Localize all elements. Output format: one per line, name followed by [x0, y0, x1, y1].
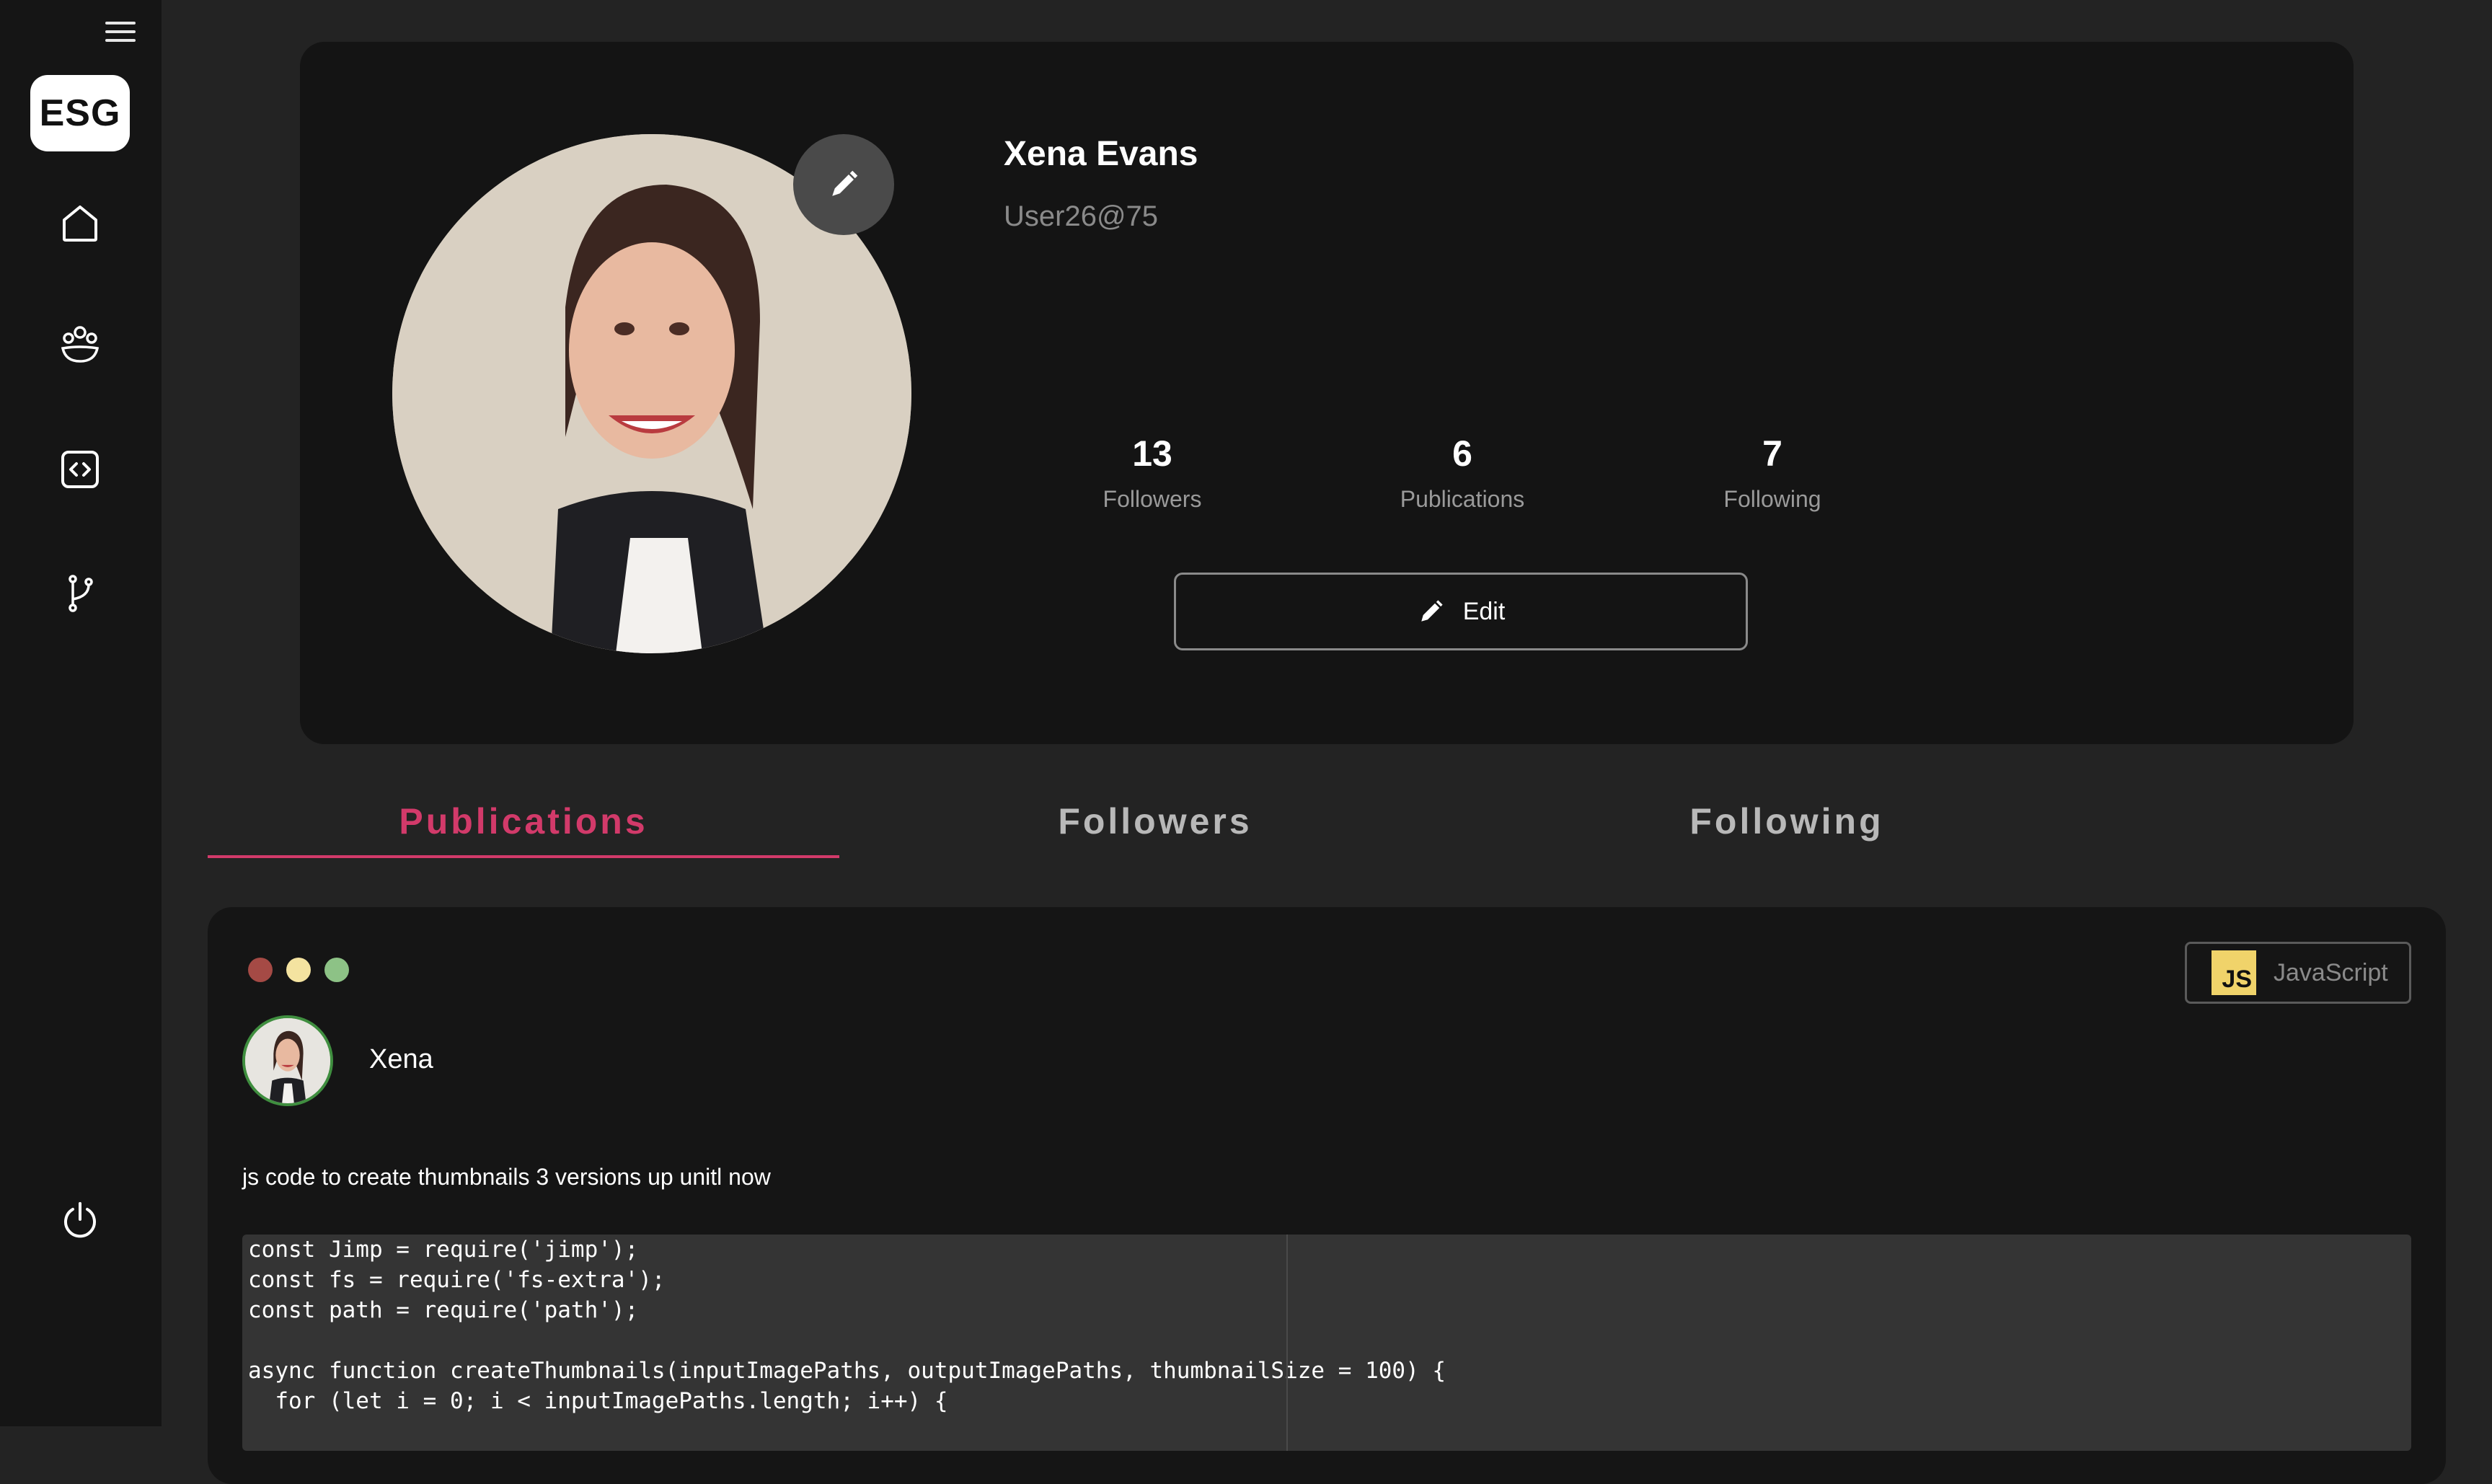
window-close-dot [248, 958, 273, 982]
code-divider [1286, 1235, 1288, 1451]
stat-value: 7 [1762, 433, 1782, 474]
menu-icon[interactable] [105, 20, 136, 43]
edit-label: Edit [1462, 597, 1506, 625]
app-logo[interactable]: ESG [30, 75, 130, 151]
stat-label: Publications [1400, 486, 1525, 512]
code-line: const path = require('path'); [248, 1297, 639, 1323]
edit-profile-button[interactable]: Edit [1174, 573, 1748, 650]
code-line: for (let i = 0; i < inputImagePaths.leng… [248, 1388, 948, 1414]
pencil-icon [832, 170, 858, 196]
profile-handle: User26@75 [1004, 200, 1159, 232]
power-icon[interactable] [52, 1193, 108, 1249]
stat-following[interactable]: 7 Following [1643, 433, 1902, 513]
code-line: async function createThumbnails(inputIma… [248, 1358, 1446, 1384]
window-maximize-dot [324, 958, 349, 982]
tab-followers[interactable]: Followers [839, 800, 1471, 842]
code-block: const Jimp = require('jimp'); const fs =… [242, 1235, 2411, 1451]
home-icon[interactable] [52, 195, 108, 251]
code-icon[interactable] [52, 441, 108, 498]
language-badge[interactable]: JS JavaScript [2185, 942, 2411, 1004]
window-minimize-dot [286, 958, 311, 982]
code-line: const Jimp = require('jimp'); [248, 1237, 639, 1263]
pencil-icon [1420, 600, 1443, 622]
tab-publications[interactable]: Publications [208, 800, 839, 842]
publication-description: js code to create thumbnails 3 versions … [242, 1164, 771, 1190]
stat-label: Followers [1103, 486, 1202, 512]
code-content: const Jimp = require('jimp'); const fs =… [242, 1235, 2411, 1416]
stat-value: 6 [1452, 433, 1472, 474]
stat-label: Following [1723, 486, 1821, 512]
edit-photo-button[interactable] [793, 134, 894, 235]
active-tab-indicator [208, 855, 839, 858]
javascript-icon: JS [2212, 950, 2256, 995]
language-label: JavaScript [2274, 958, 2388, 986]
stat-followers[interactable]: 13 Followers [1022, 433, 1282, 513]
tab-following[interactable]: Following [1471, 800, 2103, 842]
stat-value: 13 [1132, 433, 1172, 474]
community-icon[interactable] [52, 316, 108, 372]
author-name[interactable]: Xena [369, 1044, 433, 1075]
git-branch-icon[interactable] [52, 565, 108, 622]
sidebar: ESG [0, 0, 162, 1426]
profile-name: Xena Evans [1004, 135, 1198, 173]
code-line: const fs = require('fs-extra'); [248, 1267, 666, 1293]
stat-publications[interactable]: 6 Publications [1333, 433, 1592, 513]
author-avatar[interactable] [242, 1015, 333, 1106]
